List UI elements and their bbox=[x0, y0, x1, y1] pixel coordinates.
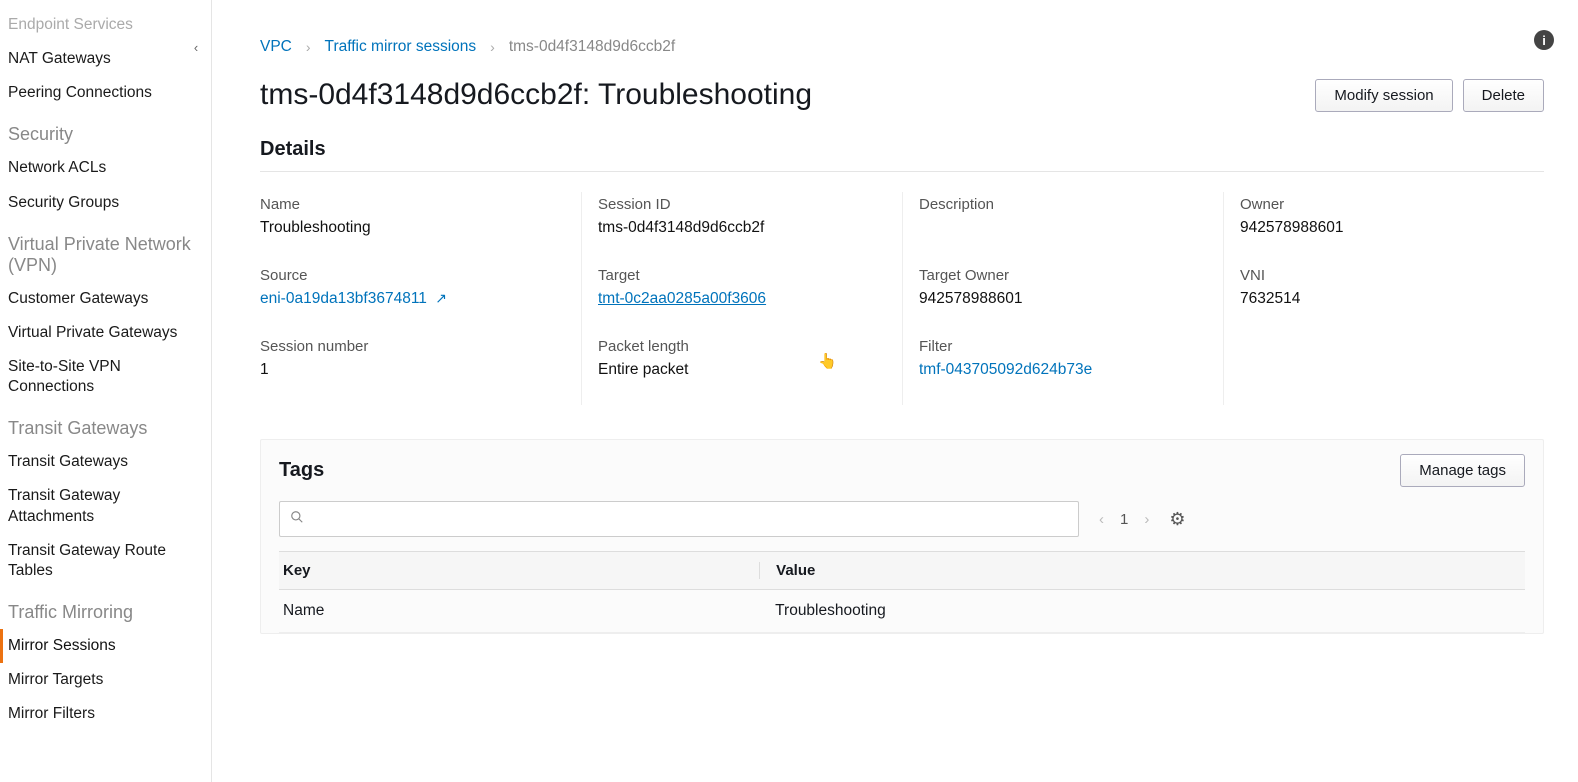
breadcrumb-current: tms-0d4f3148d9d6ccb2f bbox=[509, 38, 675, 56]
delete-button[interactable]: Delete bbox=[1463, 79, 1544, 112]
sidebar-item[interactable]: Security Groups bbox=[0, 186, 211, 220]
sidebar-heading: Security bbox=[0, 110, 211, 151]
modify-session-button[interactable]: Modify session bbox=[1315, 79, 1452, 112]
tag-key: Name bbox=[283, 602, 759, 620]
tags-heading: Tags bbox=[279, 459, 324, 482]
sidebar-item[interactable]: Transit Gateway Attachments bbox=[0, 479, 211, 533]
chevron-right-icon: › bbox=[490, 39, 495, 55]
sidebar-item[interactable]: Peering Connections bbox=[0, 76, 211, 110]
breadcrumb-root[interactable]: VPC bbox=[260, 38, 292, 56]
pager-prev[interactable]: ‹ bbox=[1099, 511, 1104, 528]
page-title: tms-0d4f3148d9d6ccb2f: Troubleshooting bbox=[260, 78, 812, 112]
chevron-right-icon: › bbox=[306, 39, 311, 55]
session-id-value: tms-0d4f3148d9d6ccb2f bbox=[598, 219, 888, 237]
vni-label: VNI bbox=[1240, 267, 1530, 284]
info-glyph: i bbox=[1542, 33, 1546, 48]
info-icon[interactable]: i bbox=[1534, 30, 1554, 50]
details-heading: Details bbox=[260, 138, 1544, 161]
sidebar-heading: Virtual Private Network (VPN) bbox=[0, 220, 211, 282]
sidebar-heading: Transit Gateways bbox=[0, 404, 211, 445]
breadcrumb-sessions[interactable]: Traffic mirror sessions bbox=[325, 38, 477, 56]
sidebar-collapse-toggle[interactable]: ‹ bbox=[187, 38, 205, 56]
table-row: Name Troubleshooting bbox=[279, 590, 1525, 633]
main-content: i VPC › Traffic mirror sessions › tms-0d… bbox=[212, 0, 1578, 782]
search-icon bbox=[290, 510, 304, 528]
tags-panel: Tags Manage tags ‹ 1 › ⚙ Key bbox=[260, 439, 1544, 634]
pager: ‹ 1 › bbox=[1099, 511, 1149, 528]
tags-search[interactable] bbox=[279, 501, 1079, 537]
source-label: Source bbox=[260, 267, 567, 284]
packet-length-label: Packet length bbox=[598, 338, 888, 355]
owner-label: Owner bbox=[1240, 196, 1530, 213]
sidebar: ‹ Endpoint ServicesNAT GatewaysPeering C… bbox=[0, 0, 212, 782]
external-link-icon: ↗ bbox=[435, 290, 447, 307]
vni-value: 7632514 bbox=[1240, 290, 1530, 308]
sidebar-item[interactable]: Mirror Targets bbox=[0, 663, 211, 697]
target-label: Target bbox=[598, 267, 888, 284]
sidebar-item[interactable]: Network ACLs bbox=[0, 151, 211, 185]
target-owner-label: Target Owner bbox=[919, 267, 1209, 284]
tags-table-header: Key Value bbox=[279, 551, 1525, 590]
packet-length-value: Entire packet bbox=[598, 361, 888, 379]
sidebar-item[interactable]: Site-to-Site VPN Connections bbox=[0, 350, 211, 404]
sidebar-item[interactable]: Mirror Filters bbox=[0, 697, 211, 731]
sidebar-item[interactable]: Virtual Private Gateways bbox=[0, 316, 211, 350]
tags-search-input[interactable] bbox=[312, 511, 1068, 528]
sidebar-heading: Traffic Mirroring bbox=[0, 588, 211, 629]
name-value: Troubleshooting bbox=[260, 219, 567, 237]
gear-icon[interactable]: ⚙ bbox=[1169, 509, 1185, 530]
col-key[interactable]: Key bbox=[283, 562, 759, 579]
filter-label: Filter bbox=[919, 338, 1209, 355]
session-number-label: Session number bbox=[260, 338, 567, 355]
sidebar-item[interactable]: Mirror Sessions bbox=[0, 629, 211, 663]
sidebar-item[interactable]: Transit Gateway Route Tables bbox=[0, 534, 211, 588]
chevron-left-icon: ‹ bbox=[194, 40, 198, 55]
breadcrumb: VPC › Traffic mirror sessions › tms-0d4f… bbox=[260, 38, 1544, 56]
source-link[interactable]: eni-0a19da13bf3674811 bbox=[260, 290, 427, 307]
target-link[interactable]: tmt-0c2aa0285a00f3606 bbox=[598, 290, 766, 307]
col-value[interactable]: Value bbox=[759, 562, 1521, 579]
sidebar-item[interactable]: Endpoint Services bbox=[0, 8, 211, 42]
filter-link[interactable]: tmf-043705092d624b73e bbox=[919, 361, 1092, 378]
sidebar-item[interactable]: Transit Gateways bbox=[0, 445, 211, 479]
target-owner-value: 942578988601 bbox=[919, 290, 1209, 308]
tag-value: Troubleshooting bbox=[759, 602, 1521, 620]
session-number-value: 1 bbox=[260, 361, 567, 379]
session-id-label: Session ID bbox=[598, 196, 888, 213]
pager-next[interactable]: › bbox=[1144, 511, 1149, 528]
sidebar-item[interactable]: NAT Gateways bbox=[0, 42, 211, 76]
sidebar-item[interactable]: Customer Gateways bbox=[0, 282, 211, 316]
owner-value: 942578988601 bbox=[1240, 219, 1530, 237]
pager-page: 1 bbox=[1120, 511, 1128, 528]
name-label: Name bbox=[260, 196, 567, 213]
details-grid: Name Troubleshooting Session ID tms-0d4f… bbox=[260, 192, 1544, 405]
description-label: Description bbox=[919, 196, 1209, 213]
manage-tags-button[interactable]: Manage tags bbox=[1400, 454, 1525, 487]
